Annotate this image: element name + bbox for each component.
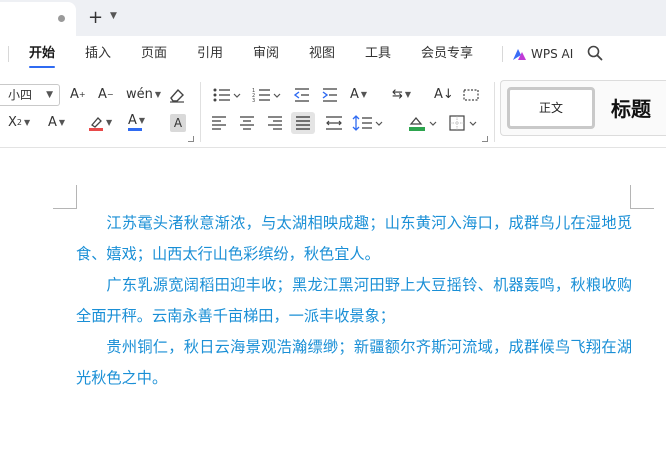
show-marks-icon[interactable] bbox=[462, 86, 480, 104]
chevron-down-icon[interactable]: ▼ bbox=[110, 11, 117, 21]
page-corner-mark-top-left bbox=[53, 185, 77, 209]
document-canvas[interactable]: 江苏鼋头渚秋意渐浓，与太湖相映成趣；山东黄河入海口，成群鸟儿在湿地觅食、嬉戏；山… bbox=[0, 149, 666, 463]
menu-tab-view[interactable]: 视图 bbox=[309, 46, 335, 62]
align-justify-icon[interactable] bbox=[294, 114, 312, 132]
menu-tab-home[interactable]: 开始 bbox=[29, 46, 55, 62]
document-tab[interactable] bbox=[0, 2, 76, 36]
ribbon-menu-bar: 开始 插入 页面 引用 审阅 视图 工具 会员专享 WPS AI bbox=[0, 36, 666, 72]
superscript-icon[interactable]: X 2 ▼ bbox=[8, 114, 30, 132]
align-left-icon[interactable] bbox=[210, 114, 228, 132]
clear-format-eraser-icon[interactable] bbox=[168, 86, 186, 104]
paragraph-dialog-launcher-icon[interactable] bbox=[482, 136, 488, 142]
wps-ai-button[interactable]: WPS AI bbox=[512, 45, 573, 63]
menu-tab-member[interactable]: 会员专享 bbox=[421, 46, 473, 62]
ribbon-toolbar: 小四 ▼ A+ A− wén▼ X2▼ A▼ ▼ A▼ A 123 bbox=[0, 72, 666, 148]
increase-font-size-icon[interactable]: A + bbox=[70, 86, 86, 104]
paragraph-shading-icon[interactable] bbox=[408, 114, 438, 132]
menu-tab-page[interactable]: 页面 bbox=[141, 46, 167, 62]
character-shading-icon[interactable]: A bbox=[170, 114, 186, 132]
chevron-down-icon: ▼ bbox=[46, 90, 53, 100]
tab-strip: + ▼ bbox=[0, 0, 666, 36]
menu-tab-tools[interactable]: 工具 bbox=[365, 46, 391, 62]
highlighter-icon bbox=[89, 117, 103, 131]
phonetic-guide-icon[interactable]: wén ▼ bbox=[126, 86, 161, 104]
styles-gallery: 正文 标题 bbox=[500, 80, 666, 136]
font-color-swatch bbox=[128, 128, 142, 131]
sort-text-icon[interactable]: A↓ bbox=[434, 86, 454, 104]
wps-ai-label: WPS AI bbox=[531, 47, 574, 61]
menu-tab-references[interactable]: 引用 bbox=[197, 46, 223, 62]
align-right-icon[interactable] bbox=[266, 114, 284, 132]
new-tab-plus-icon[interactable]: + bbox=[88, 8, 103, 28]
active-tab-underline bbox=[29, 66, 55, 68]
svg-text:3: 3 bbox=[252, 98, 255, 104]
search-icon[interactable] bbox=[587, 45, 603, 61]
highlight-color-icon[interactable]: ▼ bbox=[88, 114, 112, 132]
sort-swap-icon[interactable]: ⇆ ▼ bbox=[392, 86, 411, 104]
text-effect-icon[interactable]: A ▼ bbox=[48, 114, 65, 132]
align-center-icon[interactable] bbox=[238, 114, 256, 132]
toolbar-divider bbox=[494, 82, 495, 142]
page-corner-mark-top-right bbox=[630, 185, 654, 209]
increase-indent-icon[interactable] bbox=[321, 86, 339, 104]
toolbar-divider bbox=[200, 82, 201, 142]
wps-ai-logo-icon bbox=[513, 48, 526, 60]
font-size-value: 小四 bbox=[8, 88, 33, 102]
font-dialog-launcher-icon[interactable] bbox=[188, 136, 194, 142]
menu-tab-insert[interactable]: 插入 bbox=[85, 46, 111, 62]
unsaved-dot-icon bbox=[58, 15, 65, 22]
style-heading-button[interactable]: 标题 bbox=[611, 89, 651, 129]
paragraph[interactable]: 江苏鼋头渚秋意渐浓，与太湖相映成趣；山东黄河入海口，成群鸟儿在湿地觅食、嬉戏；山… bbox=[76, 208, 632, 270]
line-spacing-icon[interactable] bbox=[352, 114, 384, 132]
decrease-font-size-icon[interactable]: A − bbox=[98, 86, 114, 104]
text-direction-icon[interactable]: A ▼ bbox=[350, 86, 367, 104]
menu-divider bbox=[8, 46, 9, 62]
borders-icon[interactable] bbox=[448, 114, 478, 132]
paragraph[interactable]: 贵州铜仁，秋日云海景观浩瀚缥缈；新疆额尔齐斯河流域，成群候鸟飞翔在湖光秋色之中。 bbox=[76, 332, 632, 394]
font-size-select[interactable]: 小四 ▼ bbox=[0, 84, 60, 106]
paragraph[interactable]: 广东乳源宽阔稻田迎丰收；黑龙江黑河田野上大豆摇铃、机器轰鸣，秋粮收购全面开秤。云… bbox=[76, 270, 632, 332]
document-body[interactable]: 江苏鼋头渚秋意渐浓，与太湖相映成趣；山东黄河入海口，成群鸟儿在湿地觅食、嬉戏；山… bbox=[76, 208, 632, 394]
style-normal-button[interactable]: 正文 bbox=[507, 87, 595, 129]
distribute-align-icon[interactable] bbox=[324, 114, 344, 132]
menu-tab-review[interactable]: 审阅 bbox=[253, 46, 279, 62]
decrease-indent-icon[interactable] bbox=[293, 86, 311, 104]
menu-divider bbox=[502, 46, 503, 62]
numbered-list-icon[interactable]: 123 bbox=[252, 86, 282, 104]
bullet-list-icon[interactable] bbox=[212, 86, 242, 104]
